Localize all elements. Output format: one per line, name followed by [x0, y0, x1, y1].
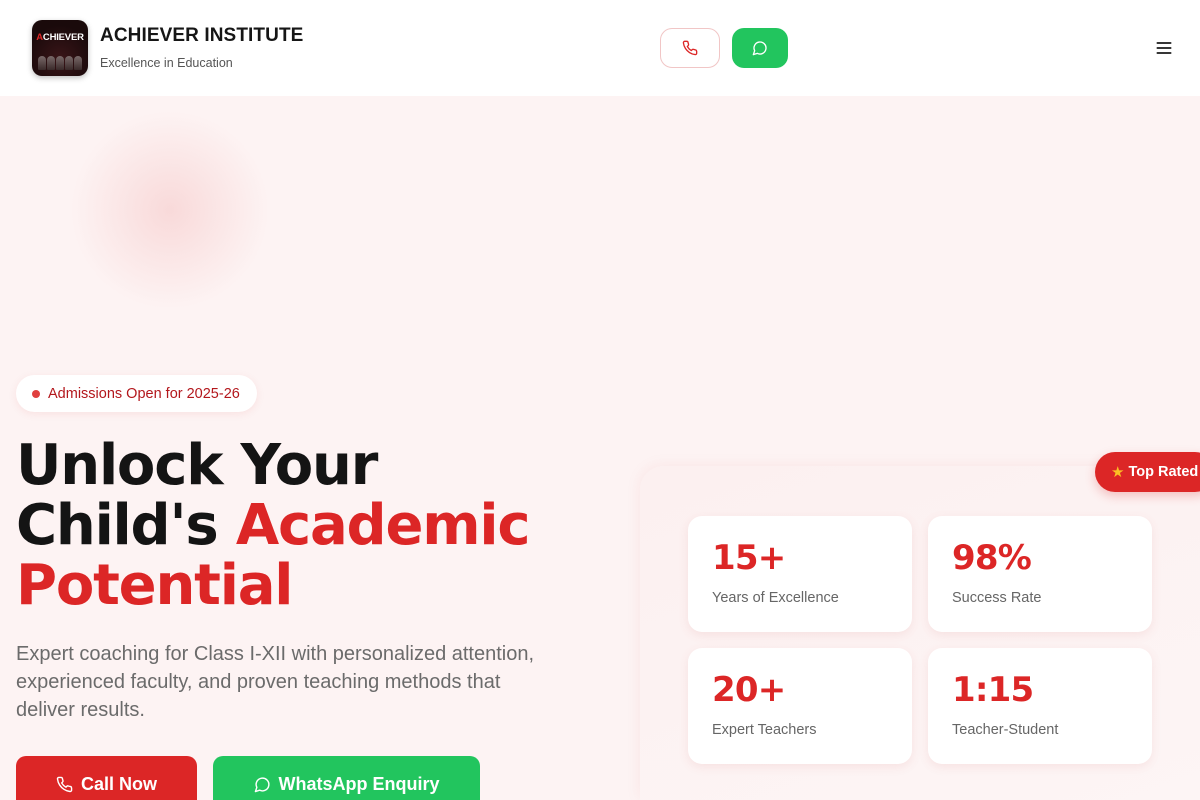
hamburger-menu-icon — [1156, 42, 1172, 54]
hero-description: Expert coaching for Class I-XII with per… — [16, 643, 535, 721]
headline-accent-potential: Potential — [16, 553, 293, 618]
call-now-label: Call Now — [80, 773, 157, 794]
hero-headline: Unlock Your Child's Academic Potential — [16, 436, 636, 616]
brand-title[interactable]: ACHIEVER INSTITUTE — [100, 25, 303, 47]
brand-subtitle: Excellence in Education — [100, 56, 233, 70]
logo-people-graphic — [38, 54, 82, 70]
headline-line1: Unlock Your — [16, 433, 378, 498]
logo-wordmark-rest: CHIEVER — [42, 32, 84, 43]
hamburger-menu-button[interactable] — [1150, 34, 1178, 62]
top-rated-badge: ★ Top Rated — [1095, 452, 1200, 492]
stat-card-success: 98% Success Rate — [928, 516, 1152, 632]
decorative-blob — [70, 110, 270, 310]
chat-bubble-icon — [254, 776, 270, 792]
header-call-button[interactable] — [660, 28, 720, 68]
whatsapp-enquiry-button[interactable]: WhatsApp Enquiry — [213, 756, 480, 800]
phone-icon — [56, 776, 73, 792]
badge-dot-icon — [32, 389, 40, 398]
stat-value: 20+ — [712, 670, 786, 710]
header-whatsapp-button[interactable] — [732, 28, 788, 68]
stat-label: Success Rate — [952, 590, 1042, 606]
stat-card-years: 15+ Years of Excellence — [688, 516, 912, 632]
headline-accent-academic: Academic — [235, 493, 531, 558]
whatsapp-enquiry-label: WhatsApp Enquiry — [278, 773, 440, 794]
headline-line2: Child's — [16, 493, 236, 558]
stat-value: 15+ — [712, 538, 786, 578]
stat-value: 98% — [952, 538, 1032, 578]
stat-label: Years of Excellence — [712, 590, 839, 606]
stat-label: Expert Teachers — [712, 722, 817, 738]
admissions-badge-text: Admissions Open for 2025-26 — [48, 385, 240, 402]
star-icon: ★ — [1111, 464, 1125, 481]
stat-card-teachers: 20+ Expert Teachers — [688, 648, 912, 764]
chat-bubble-icon — [752, 41, 767, 56]
site-header: ACHIEVER ACHIEVER INSTITUTE Excellence i… — [0, 0, 1200, 96]
stat-label: Teacher-Student — [952, 722, 1059, 738]
logo-wordmark: ACHIEVER — [36, 32, 84, 43]
top-rated-label: Top Rated — [1128, 464, 1199, 480]
stat-value: 1:15 — [952, 670, 1034, 710]
stat-card-ratio: 1:15 Teacher-Student — [928, 648, 1152, 764]
admissions-badge: Admissions Open for 2025-26 — [16, 375, 257, 412]
phone-icon — [682, 40, 698, 56]
call-now-button[interactable]: Call Now — [16, 756, 197, 800]
institute-logo[interactable]: ACHIEVER — [32, 20, 88, 76]
